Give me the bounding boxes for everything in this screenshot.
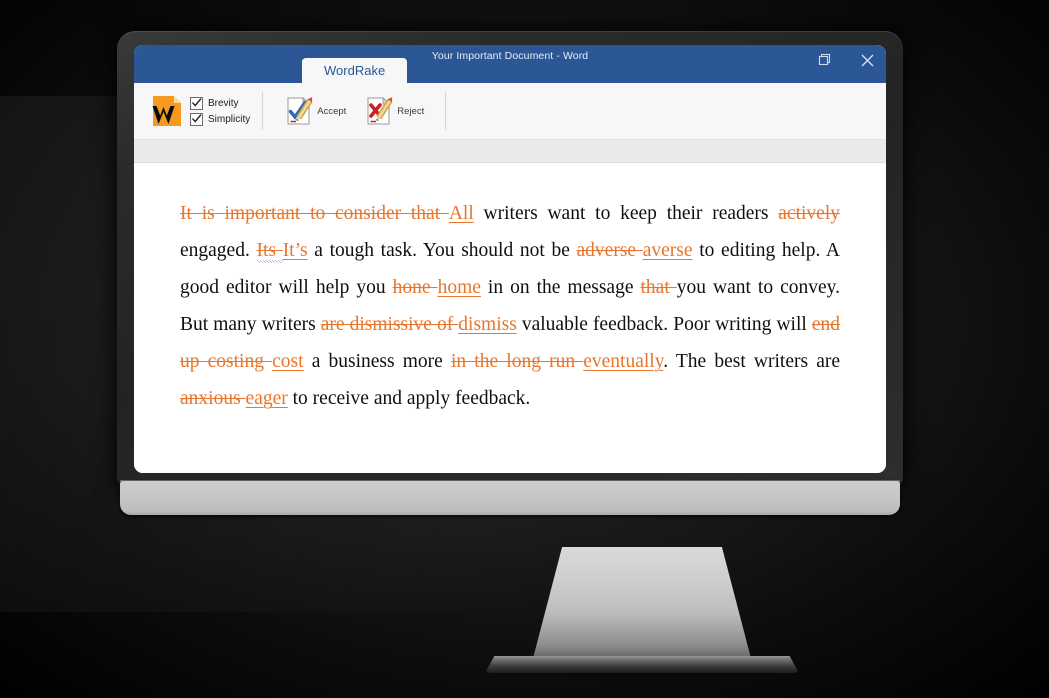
- unchanged-text-run: valuable feedback. Poor writing will: [516, 314, 812, 335]
- brevity-label: Brevity: [208, 97, 239, 109]
- monitor-chin: [120, 481, 900, 515]
- document-paragraph: It is important to consider that All wri…: [180, 195, 840, 417]
- computer-monitor: Your Important Document - Word WordRake: [117, 31, 903, 681]
- ribbon-toolbar: Brevity Simplicity Accept Reject: [134, 83, 886, 140]
- option-simplicity[interactable]: Simplicity: [190, 112, 251, 126]
- document-canvas[interactable]: It is important to consider that All wri…: [134, 163, 886, 473]
- option-brevity[interactable]: Brevity: [190, 96, 250, 110]
- deleted-text-run-misspelled: Its: [256, 240, 283, 263]
- restore-icon: [818, 53, 832, 67]
- ribbon-tabstrip: WordRake: [302, 58, 408, 83]
- wordrake-option-list: Brevity Simplicity: [190, 96, 251, 126]
- restore-button[interactable]: [812, 48, 838, 72]
- inserted-text-run: home: [437, 277, 481, 298]
- inserted-text-run: dismiss: [458, 314, 517, 335]
- inserted-text-run: All: [448, 203, 474, 224]
- simplicity-checkbox[interactable]: [190, 112, 203, 126]
- accept-check-pencil-icon: [284, 95, 314, 127]
- window-titlebar: Your Important Document - Word WordRake: [134, 45, 886, 83]
- unchanged-text-run: a business more: [303, 351, 451, 372]
- reject-x-pencil-icon: [364, 95, 394, 127]
- reject-label: Reject: [397, 105, 425, 117]
- word-application-window: Your Important Document - Word WordRake: [134, 45, 886, 473]
- inserted-text-run: cost: [272, 351, 304, 372]
- monitor-screen: Your Important Document - Word WordRake: [134, 45, 886, 473]
- close-icon: [860, 53, 875, 68]
- unchanged-text-run: to receive and apply feedback.: [287, 388, 531, 409]
- deleted-text-run: hone: [392, 277, 438, 298]
- accept-button[interactable]: Accept: [277, 93, 353, 129]
- unchanged-text-run: engaged.: [180, 240, 257, 261]
- accept-label: Accept: [317, 105, 347, 117]
- deleted-text-run: adverse: [576, 240, 643, 261]
- deleted-text-run: in the long run: [450, 351, 584, 372]
- deleted-text-run: actively: [778, 203, 840, 224]
- window-controls: [812, 48, 880, 72]
- check-icon: [191, 97, 202, 107]
- close-button[interactable]: [854, 48, 880, 72]
- wordrake-logo[interactable]: [150, 94, 184, 128]
- document-ruler: [134, 140, 886, 163]
- inserted-text-run: eventually: [583, 351, 664, 372]
- tab-wordrake[interactable]: WordRake: [302, 58, 408, 83]
- unchanged-text-run: . The best writers are: [663, 351, 841, 372]
- deleted-text-run: It is important to consider that: [180, 203, 449, 224]
- ribbon-separator: [445, 92, 447, 130]
- unchanged-text-run: a tough task. You should not be: [307, 240, 577, 261]
- deleted-text-run: that: [640, 277, 677, 298]
- document-title: Your Important Document - Word: [431, 50, 589, 62]
- deleted-text-run: are dismissive of: [320, 314, 459, 335]
- reject-button[interactable]: Reject: [357, 93, 431, 129]
- inserted-text-run: averse: [642, 240, 693, 261]
- simplicity-label: Simplicity: [208, 113, 251, 125]
- unchanged-text-run: writers want to keep their readers: [473, 203, 779, 224]
- monitor-stand-neck: [531, 547, 753, 666]
- brevity-checkbox[interactable]: [190, 96, 203, 110]
- inserted-text-run: It’s: [282, 240, 308, 261]
- unchanged-text-run: in on the message: [480, 277, 641, 298]
- ribbon-separator: [262, 92, 264, 130]
- ribbon-group-commands: Accept Reject: [267, 83, 441, 139]
- inserted-text-run: eager: [245, 388, 288, 409]
- ribbon-group-options: Brevity Simplicity: [142, 83, 258, 139]
- monitor-stand-base: [485, 656, 799, 673]
- check-icon: [191, 113, 202, 123]
- deleted-text-run: anxious: [180, 388, 246, 409]
